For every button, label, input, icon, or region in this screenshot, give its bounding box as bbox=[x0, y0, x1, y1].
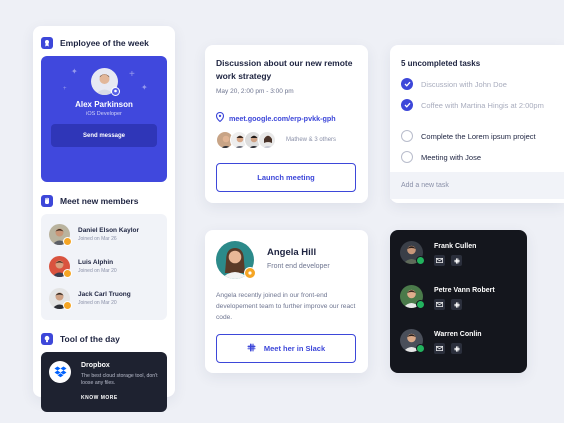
checkbox-checked-icon[interactable] bbox=[401, 99, 413, 111]
sparkle-icon: ✦ bbox=[71, 67, 78, 76]
dropbox-logo-icon bbox=[49, 361, 71, 383]
employee-name: Alex Parkinson bbox=[75, 100, 133, 109]
member-name: Luis Alphin bbox=[78, 259, 114, 266]
profile-name: Angela Hill bbox=[267, 247, 317, 258]
left-widget-card: Employee of the week ✦ + ✦ + Alex Parkin… bbox=[33, 26, 175, 412]
star-badge-icon bbox=[63, 237, 72, 246]
employee-of-week-title: Employee of the week bbox=[60, 38, 149, 48]
avatar bbox=[400, 285, 425, 309]
tool-of-day-panel: Dropbox The best cloud storage tool, don… bbox=[41, 352, 167, 412]
member-name: Daniel Elson Kaylor bbox=[78, 227, 140, 234]
star-badge-icon bbox=[63, 301, 72, 310]
tool-of-day-header: Tool of the day bbox=[41, 333, 120, 345]
mail-icon[interactable] bbox=[434, 343, 445, 354]
task-item[interactable]: Complete the Lorem ipsum project bbox=[401, 130, 536, 142]
meeting-link[interactable]: meet.google.com/erp-pvkk-gph bbox=[229, 114, 336, 123]
slack-icon[interactable] bbox=[451, 299, 462, 310]
meeting-time: May 20, 2:00 pm - 3:00 pm bbox=[216, 88, 294, 95]
member-joined-date: Joined on Mar 26 bbox=[78, 236, 117, 242]
sparkle-icon: ✦ bbox=[141, 83, 148, 92]
task-item[interactable]: Discussion with John Doe bbox=[401, 78, 507, 90]
new-members-list: Daniel Elson Kaylor Joined on Mar 26 Lui… bbox=[41, 214, 167, 320]
sparkle-icon: + bbox=[129, 69, 135, 80]
send-message-button[interactable]: Send message bbox=[51, 124, 157, 147]
participant-avatars bbox=[216, 131, 276, 149]
employee-avatar bbox=[91, 68, 120, 96]
member-joined-date: Joined on Mar 20 bbox=[78, 268, 117, 274]
team-member-name: Petre Vann Robert bbox=[434, 287, 495, 294]
star-badge-icon bbox=[244, 267, 256, 279]
meet-in-slack-button[interactable]: Meet her in Slack bbox=[216, 334, 356, 363]
meeting-title: Discussion about our new remote work str… bbox=[216, 58, 353, 81]
team-member-row: Warren Conlin bbox=[400, 329, 482, 354]
tasks-title: 5 uncompleted tasks bbox=[401, 59, 481, 68]
avatar bbox=[258, 131, 276, 149]
online-badge-icon bbox=[416, 300, 425, 309]
avatar bbox=[49, 256, 72, 278]
task-label: Discussion with John Doe bbox=[421, 79, 507, 89]
avatar bbox=[400, 329, 425, 353]
checkbox-empty-icon[interactable] bbox=[401, 151, 413, 163]
slack-icon bbox=[247, 343, 256, 354]
employee-role: iOS Developer bbox=[86, 111, 122, 117]
checkbox-empty-icon[interactable] bbox=[401, 130, 413, 142]
profile-bio: Angela recently joined in our front-end … bbox=[216, 292, 356, 321]
mail-icon[interactable] bbox=[434, 299, 445, 310]
task-item[interactable]: Meeting with Jose bbox=[401, 151, 481, 163]
new-members-title: Meet new members bbox=[60, 196, 139, 206]
add-task-input[interactable]: Add a new task bbox=[390, 172, 564, 199]
task-item[interactable]: Coffee with Martina Hingis at 2:00pm bbox=[401, 99, 544, 111]
know-more-link[interactable]: KNOW MORE bbox=[81, 395, 118, 401]
location-pin-icon bbox=[215, 109, 225, 127]
member-name: Jack Carl Truong bbox=[78, 291, 131, 298]
employee-of-week-header: Employee of the week bbox=[41, 37, 149, 49]
team-card: Frank Cullen Petre Vann Robert Warren Co… bbox=[390, 230, 527, 373]
team-member-row: Frank Cullen bbox=[400, 241, 476, 266]
online-badge-icon bbox=[416, 256, 425, 265]
participants-count: Mathew & 3 others bbox=[286, 137, 337, 143]
avatar bbox=[49, 288, 72, 310]
profile-avatar bbox=[216, 241, 256, 279]
slack-button-label: Meet her in Slack bbox=[263, 344, 326, 353]
checkbox-checked-icon[interactable] bbox=[401, 78, 413, 90]
team-member-row: Petre Vann Robert bbox=[400, 285, 495, 310]
meeting-link-row: meet.google.com/erp-pvkk-gph bbox=[215, 109, 336, 127]
profile-card: Angela Hill Front end developer Angela r… bbox=[205, 230, 368, 373]
task-label: Coffee with Martina Hingis at 2:00pm bbox=[421, 100, 544, 110]
online-badge-icon bbox=[416, 344, 425, 353]
badge-icon bbox=[41, 37, 53, 49]
list-item[interactable]: Jack Carl Truong Joined on Mar 20 bbox=[49, 288, 131, 310]
avatar bbox=[400, 241, 425, 265]
list-item[interactable]: Luis Alphin Joined on Mar 20 bbox=[49, 256, 117, 278]
team-member-name: Frank Cullen bbox=[434, 243, 477, 250]
team-member-name: Warren Conlin bbox=[434, 331, 482, 338]
slack-icon[interactable] bbox=[451, 343, 462, 354]
hand-icon bbox=[41, 195, 53, 207]
task-label: Complete the Lorem ipsum project bbox=[421, 131, 536, 141]
employee-badge-icon bbox=[111, 87, 120, 96]
sparkle-icon: + bbox=[63, 86, 67, 92]
avatar bbox=[49, 224, 72, 246]
employee-of-week-panel: ✦ + ✦ + Alex Parkinson iOS Developer Sen… bbox=[41, 56, 167, 182]
mail-icon[interactable] bbox=[434, 255, 445, 266]
list-item[interactable]: Daniel Elson Kaylor Joined on Mar 26 bbox=[49, 224, 140, 246]
launch-meeting-button[interactable]: Launch meeting bbox=[216, 163, 356, 192]
new-members-header: Meet new members bbox=[41, 195, 138, 207]
tool-of-day-title: Tool of the day bbox=[60, 334, 120, 344]
star-badge-icon bbox=[63, 269, 72, 278]
slack-icon[interactable] bbox=[451, 255, 462, 266]
meeting-card: Discussion about our new remote work str… bbox=[205, 45, 368, 203]
task-label: Meeting with Jose bbox=[421, 152, 482, 162]
lightbulb-icon bbox=[41, 333, 53, 345]
tool-name: Dropbox bbox=[81, 362, 110, 369]
member-joined-date: Joined on Mar 20 bbox=[78, 300, 117, 306]
tasks-card: 5 uncompleted tasks Discussion with John… bbox=[390, 45, 564, 203]
tool-description: The best cloud storage tool, don't loose… bbox=[81, 373, 158, 386]
profile-role: Front end developer bbox=[267, 263, 330, 270]
